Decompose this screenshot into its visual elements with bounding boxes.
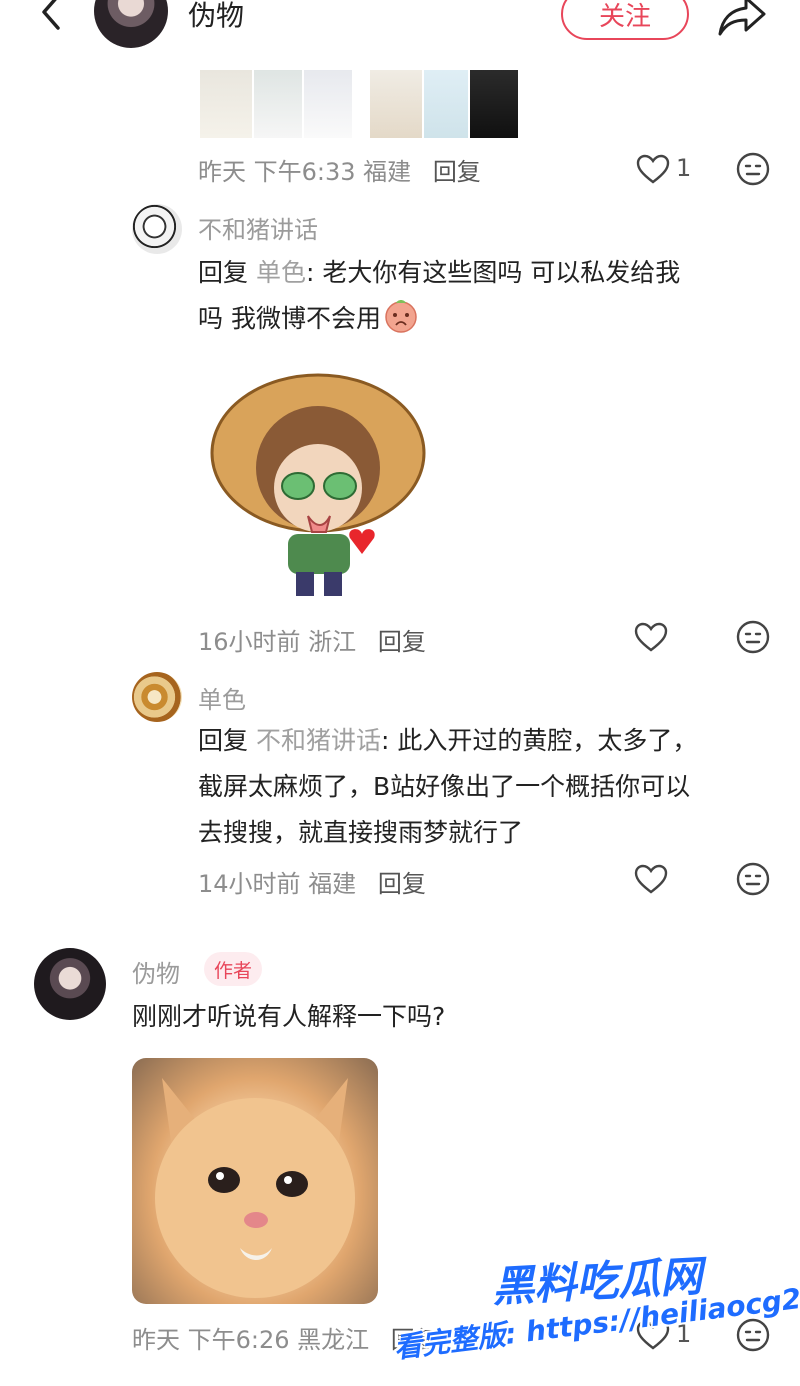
heart-icon[interactable] [634, 864, 668, 894]
comment-username[interactable]: 不和猪讲话 [198, 210, 318, 245]
avatar[interactable] [132, 672, 182, 722]
crying-face-emoji-icon [385, 300, 417, 333]
comment-text: 刚刚才听说有人解释一下吗? [132, 1002, 446, 1031]
sticker-image[interactable] [200, 358, 440, 608]
avatar[interactable] [132, 204, 182, 254]
reply-button[interactable]: 回复 [378, 628, 426, 656]
thumbnail-image[interactable] [254, 70, 302, 138]
reply-button[interactable]: 回复 [378, 870, 426, 898]
comment-location: 黑龙江 [297, 1326, 370, 1354]
emoji-reaction-icon[interactable] [736, 862, 770, 896]
like-count: 1 [676, 154, 692, 182]
reply-target-username[interactable]: 不和猪讲话 [256, 726, 381, 755]
comment-time: 昨天 下午6:33 [198, 158, 356, 186]
crying-cat-picture [155, 1078, 355, 1298]
thumbnail-image[interactable] [200, 70, 252, 138]
heart-icon[interactable] [634, 622, 668, 652]
heart-icon[interactable] [636, 154, 670, 184]
comment-meta: 昨天 下午6:33 福建 回复 [198, 152, 481, 187]
thumbnail-image[interactable] [304, 70, 352, 138]
header-title[interactable]: 伪物 [188, 0, 244, 34]
comment-location: 福建 [363, 158, 412, 186]
comment-time: 14小时前 [198, 870, 301, 898]
reply-button[interactable]: 回复 [433, 158, 481, 186]
comment-image[interactable] [132, 1058, 378, 1304]
comment-username[interactable]: 单色 [198, 680, 246, 715]
back-arrow-icon[interactable] [32, 0, 72, 34]
emoji-reaction-icon[interactable] [736, 152, 770, 186]
comment-username[interactable]: 伪物 [132, 954, 180, 989]
reply-target-username[interactable]: 单色 [256, 258, 306, 287]
comment-time: 昨天 下午6:26 [132, 1326, 290, 1354]
follow-button[interactable]: 关注 [561, 0, 689, 40]
share-icon[interactable] [716, 0, 768, 38]
comment-text: 回复 单色: 老大你有这些图吗 可以私发给我 吗 我微博不会用 [198, 258, 681, 333]
header-avatar[interactable] [94, 0, 168, 48]
thumbnail-image[interactable] [424, 70, 468, 138]
thumbnail-image[interactable] [370, 70, 422, 138]
comment-meta: 16小时前 浙江 回复 [198, 622, 426, 657]
comment-location: 福建 [308, 870, 357, 898]
avatar[interactable] [34, 948, 106, 1020]
comment-location: 浙江 [308, 628, 357, 656]
author-badge: 作者 [204, 952, 263, 986]
comment-text: 回复 不和猪讲话: 此入开过的黄腔，太多了， 截屏太麻烦了，B站好像出了一个概括… [198, 726, 698, 847]
comment-meta: 14小时前 福建 回复 [198, 864, 426, 899]
thumbnail-image[interactable] [470, 70, 518, 138]
comment-time: 16小时前 [198, 628, 301, 656]
emoji-reaction-icon[interactable] [736, 620, 770, 654]
comment-image-thumbnails[interactable] [200, 70, 520, 138]
